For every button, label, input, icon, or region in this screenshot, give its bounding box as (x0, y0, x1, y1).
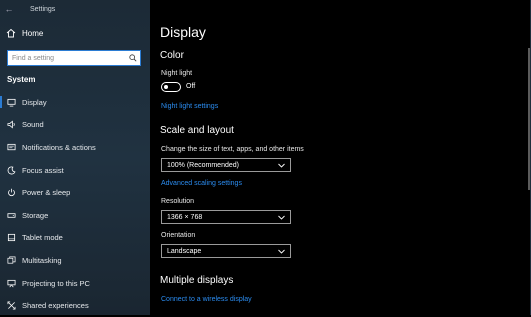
sidebar-item-label: Display (22, 97, 47, 107)
main-content: Display Color Night light Off Night ligh… (150, 0, 531, 315)
sidebar-item-label: Projecting to this PC (22, 278, 90, 288)
moon-icon (0, 166, 22, 175)
sidebar-item-focus-assist[interactable]: Focus assist (0, 159, 150, 182)
home-nav-item[interactable]: Home (0, 18, 150, 48)
color-heading: Color (160, 50, 184, 61)
sidebar-item-display[interactable]: Display (0, 91, 150, 114)
scale-dropdown[interactable]: 100% (Recommended) (161, 158, 291, 172)
night-light-label: Night light (161, 70, 193, 77)
sidebar-item-power-sleep[interactable]: Power & sleep (0, 181, 150, 204)
multiple-displays-heading: Multiple displays (160, 275, 234, 286)
search-input[interactable]: Find a setting (7, 50, 141, 66)
tablet-icon (0, 233, 22, 242)
sidebar-item-label: Storage (22, 210, 49, 220)
advanced-scaling-link[interactable]: Advanced scaling settings (161, 180, 242, 187)
system-nav-list: Display Sound Notifications & actions Fo… (0, 91, 150, 317)
resolution-value: 1366 × 768 (167, 213, 203, 221)
monitor-icon (0, 98, 22, 107)
scale-value: 100% (Recommended) (167, 161, 239, 169)
change-size-label: Change the size of text, apps, and other… (161, 146, 304, 153)
projecting-icon (0, 279, 22, 288)
sidebar-item-label: Focus assist (22, 165, 64, 175)
chevron-down-icon (277, 213, 285, 221)
sidebar-item-tablet-mode[interactable]: Tablet mode (0, 227, 150, 250)
sidebar-item-shared-experiences[interactable]: Shared experiences (0, 294, 150, 317)
sidebar-item-label: Power & sleep (22, 188, 71, 198)
night-light-settings-link[interactable]: Night light settings (161, 103, 218, 110)
title-bar: ← Settings (0, 0, 150, 18)
section-label-system: System (7, 75, 36, 84)
chevron-down-icon (277, 247, 285, 255)
resolution-label: Resolution (161, 198, 195, 205)
chevron-down-icon (277, 161, 285, 169)
speaker-icon (0, 120, 22, 129)
home-label: Home (22, 28, 44, 38)
scale-layout-heading: Scale and layout (160, 125, 234, 136)
connect-wireless-display-link[interactable]: Connect to a wireless display (161, 296, 252, 303)
search-placeholder: Find a setting (12, 54, 55, 62)
night-light-state: Off (186, 83, 196, 90)
orientation-dropdown[interactable]: Landscape (161, 244, 291, 258)
sidebar-item-label: Shared experiences (22, 301, 89, 311)
night-light-toggle[interactable] (161, 82, 181, 92)
home-icon (0, 28, 22, 38)
search-icon[interactable] (126, 51, 140, 65)
sidebar-item-label: Notifications & actions (22, 142, 96, 152)
sidebar-item-sound[interactable]: Sound (0, 114, 150, 137)
sidebar-item-label: Tablet mode (22, 233, 63, 243)
page-title: Display (160, 24, 206, 40)
window-title: Settings (30, 5, 56, 13)
orientation-value: Landscape (167, 247, 202, 255)
notifications-icon (0, 143, 22, 152)
sidebar-item-multitasking[interactable]: Multitasking (0, 249, 150, 272)
back-arrow-icon[interactable]: ← (3, 4, 15, 14)
resolution-dropdown[interactable]: 1366 × 768 (161, 210, 291, 224)
power-icon (0, 188, 22, 197)
storage-icon (0, 211, 22, 220)
sidebar-item-label: Multitasking (22, 255, 62, 265)
orientation-label: Orientation (161, 232, 196, 239)
sidebar-item-label: Sound (22, 120, 44, 130)
shared-experiences-icon (0, 301, 22, 310)
sidebar-item-notifications[interactable]: Notifications & actions (0, 136, 150, 159)
multitasking-icon (0, 256, 22, 265)
sidebar: ← Settings Home Find a setting System Di… (0, 0, 150, 315)
sidebar-item-projecting[interactable]: Projecting to this PC (0, 272, 150, 295)
toggle-knob (164, 84, 168, 89)
sidebar-item-storage[interactable]: Storage (0, 204, 150, 227)
